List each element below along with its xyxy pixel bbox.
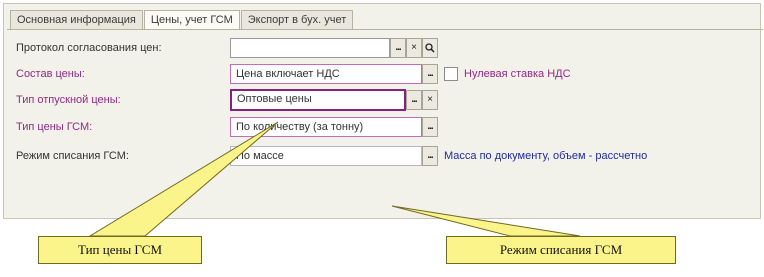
callout-fuel-price-type: Тип цены ГСМ bbox=[38, 236, 202, 264]
callout-writeoff-mode: Режим списания ГСМ bbox=[446, 236, 676, 264]
right-callout-pointer bbox=[391, 205, 581, 237]
left-callout-pointer bbox=[88, 121, 279, 237]
